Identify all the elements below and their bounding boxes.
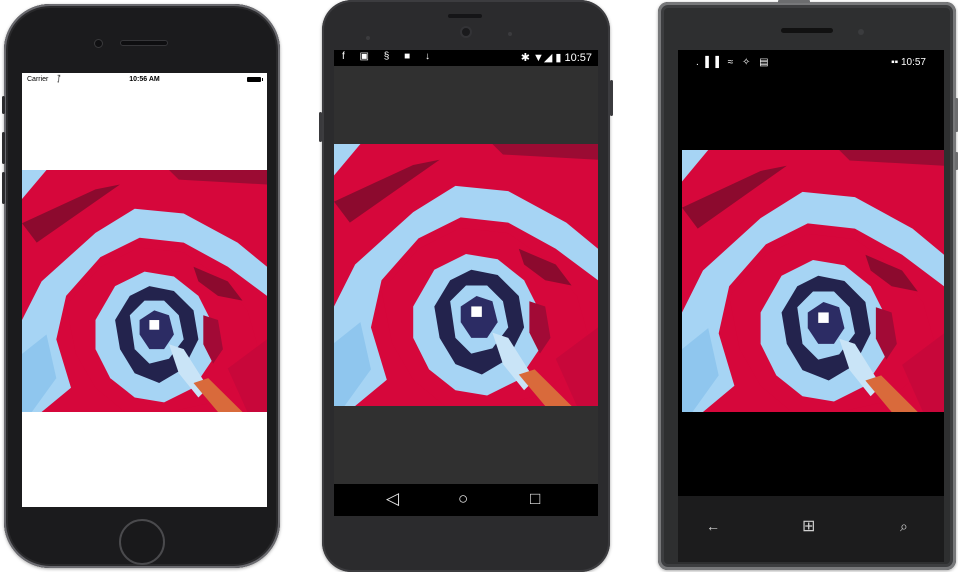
back-arrow-icon[interactable]: ← <box>706 518 720 534</box>
sensor-dot <box>508 32 512 36</box>
ios-status-bar: Carrier ⨛ 10:56 AM <box>22 73 267 87</box>
ios-screen: Carrier ⨛ 10:56 AM <box>22 73 267 507</box>
signal-icons: .▐▐ ≈ ✧ ▤ <box>696 57 772 68</box>
android-device: f ▣ § ■ ↓ ✱ ▼◢ ▮ 10:57 ◁ ○ □ <box>319 0 613 572</box>
back-icon[interactable]: ◁ <box>386 489 399 509</box>
mute-switch[interactable] <box>2 96 5 114</box>
front-camera <box>858 29 864 35</box>
volume-up-button[interactable] <box>2 132 5 164</box>
power-button[interactable] <box>610 80 613 116</box>
volume-down-button[interactable] <box>2 172 5 204</box>
top-button[interactable] <box>778 0 810 3</box>
windows-phone-device: .▐▐ ≈ ✧ ▤ ▪▪ 10:57 ← ⊞ ⌕ <box>658 0 958 570</box>
notification-icons: f ▣ § ■ ↓ <box>342 51 436 62</box>
scaled-bitmap-image <box>22 170 267 412</box>
status-right: ▪▪ 10:57 <box>891 57 926 68</box>
android-screen: f ▣ § ■ ↓ ✱ ▼◢ ▮ 10:57 ◁ ○ □ <box>334 50 598 516</box>
earpiece-speaker <box>781 28 833 33</box>
status-right: ✱ ▼◢ ▮ 10:57 <box>520 52 592 64</box>
battery-icon <box>247 77 263 82</box>
home-button[interactable] <box>119 519 165 565</box>
home-icon[interactable]: ○ <box>458 489 468 509</box>
windows-nav-bar: ← ⊞ ⌕ <box>678 496 944 562</box>
windows-start-icon[interactable]: ⊞ <box>802 516 815 536</box>
windows-status-bar: .▐▐ ≈ ✧ ▤ ▪▪ 10:57 <box>678 50 944 72</box>
sensor-dot <box>366 36 370 40</box>
earpiece-speaker <box>448 14 482 18</box>
scaled-bitmap-image <box>682 150 944 412</box>
recents-icon[interactable]: □ <box>530 489 540 509</box>
scaled-bitmap-image <box>334 144 598 406</box>
volume-button[interactable] <box>319 112 322 142</box>
earpiece-speaker <box>120 40 168 46</box>
front-camera <box>94 39 103 48</box>
android-status-bar: f ▣ § ■ ↓ ✱ ▼◢ ▮ 10:57 <box>334 50 598 66</box>
iphone-device: Carrier ⨛ 10:56 AM <box>2 4 280 568</box>
status-time: 10:56 AM <box>129 76 160 83</box>
front-camera <box>460 26 472 38</box>
windows-screen: .▐▐ ≈ ✧ ▤ ▪▪ 10:57 ← ⊞ ⌕ <box>678 50 944 562</box>
search-icon[interactable]: ⌕ <box>900 518 908 535</box>
android-nav-bar: ◁ ○ □ <box>334 484 598 516</box>
